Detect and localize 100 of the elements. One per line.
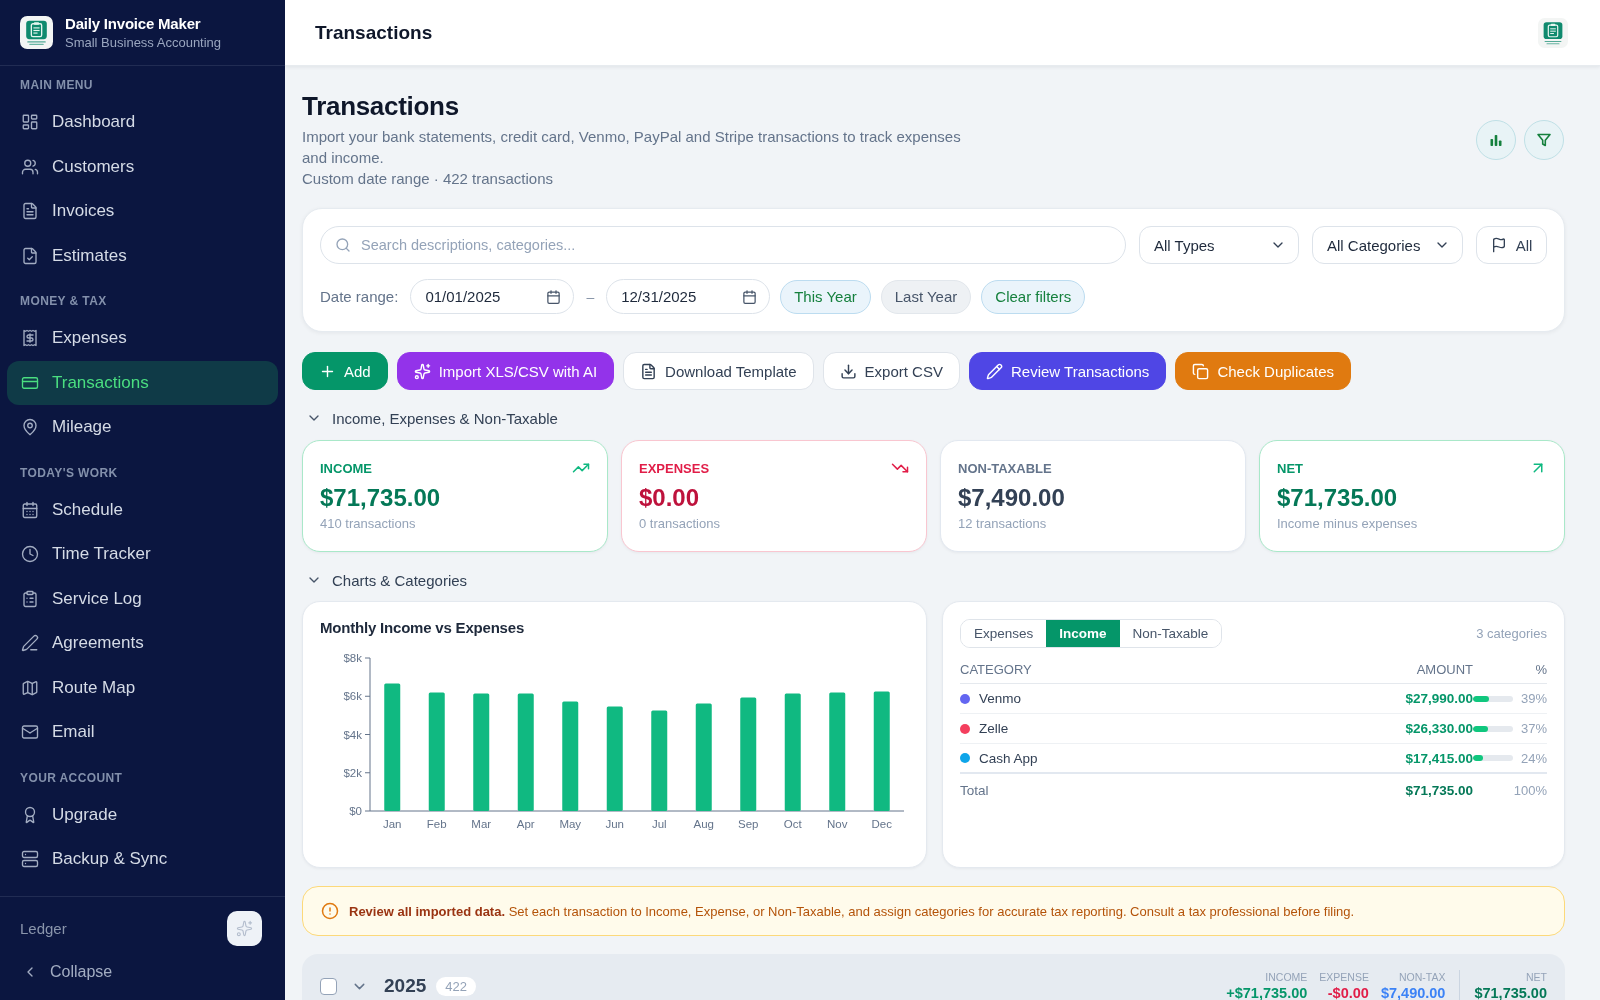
category-tab[interactable]: Income [1046,620,1120,647]
card-amount: $0.00 [639,484,701,512]
flag-icon [1490,237,1507,253]
collapse-button[interactable]: Collapse [20,962,113,982]
sidebar-item[interactable]: Estimates [7,233,278,278]
sidebar-item[interactable]: Upgrade [7,792,278,837]
card-label: INCOME [320,460,372,476]
axis-label: Mar [471,818,492,830]
calendar-icon [742,289,758,304]
sidebar-item[interactable]: Mileage [7,405,278,450]
axis-label: Jul [651,818,667,830]
document-check-icon [21,246,39,265]
category-percent: 39% [1519,691,1547,706]
calendar-icon [21,500,39,519]
sidebar-item[interactable]: Expenses [7,316,278,361]
section-toggle[interactable]: Charts & Categories [302,570,468,590]
dashboard-icon [21,113,39,132]
sidebar-item[interactable]: Customers [7,144,278,189]
map-icon [21,678,39,697]
category-name: Venmo [979,691,1022,706]
sidebar-item[interactable]: Time Tracker [7,532,278,577]
filter-icon [1536,131,1552,148]
action-button[interactable]: Import XLS/CSV with AI [396,352,615,390]
date-field[interactable]: 01/01/2025 [410,279,575,314]
section-toggle[interactable]: Income, Expenses & Non-Taxable [302,408,558,428]
logo-icon [1538,17,1568,48]
document-icon [640,362,658,380]
card-amount: $71,735.00 [1277,484,1399,512]
action-button[interactable]: Add [302,352,388,390]
checkbox[interactable] [320,977,337,995]
clear-filters-button[interactable]: Clear filters [981,279,1086,314]
search-icon [335,237,351,253]
filter-button[interactable] [1524,119,1564,160]
action-button[interactable]: Download Template [623,352,814,390]
date-preset-chip[interactable]: Last Year [880,279,972,314]
total-percent: 100% [1513,783,1547,798]
stat-label: INCOME [1265,970,1308,984]
category-percent: 24% [1519,750,1547,766]
receipt-icon [21,329,39,348]
search-field[interactable]: Search descriptions, categories... [320,226,1126,264]
category-name: Cash App [979,750,1038,766]
card-label: NET [1277,460,1303,476]
sidebar-item[interactable]: Invoices [7,189,278,234]
axis-label: Aug [693,818,714,830]
type-select[interactable]: All Types [1139,226,1299,264]
users-icon [21,157,39,176]
date-range-label: Date range: [320,288,399,305]
stat-label: NET [1526,970,1547,984]
action-button[interactable]: Export CSV [822,352,960,390]
axis-label: Dec [871,818,892,830]
category-name: Zelle [979,721,1009,736]
sidebar-item[interactable]: Agreements [7,621,278,666]
card-note: 0 transactions [639,516,721,531]
category-select[interactable]: All Categories [1312,226,1463,264]
server-icon [21,850,39,869]
sparkles-icon [413,362,431,380]
stat-value: -$0.00 [1327,983,1369,1000]
page-heading: Transactions [302,90,460,122]
axis-label: $0 [349,805,362,817]
sidebar-item[interactable]: Email [7,710,278,755]
axis-label: $8k [343,652,362,664]
sidebar-item[interactable]: Service Log [7,576,278,621]
page-meta: Custom date range · 422 transactions [302,169,554,189]
stat-label: EXPENSE [1319,970,1369,984]
sidebar-item[interactable]: Backup & Sync [7,837,278,882]
app-name: Daily Invoice Maker [65,15,202,32]
total-label: Total [960,783,990,798]
document-icon [21,202,39,221]
axis-label: Sep [738,818,759,830]
calendar-icon [546,289,562,304]
category-amount: $17,415.00 [1404,750,1473,766]
sidebar-item[interactable]: Route Map [7,665,278,710]
date-preset-chip[interactable]: This Year [780,279,871,314]
sidebar-item[interactable]: Transactions [7,360,278,405]
axis-label: $4k [343,728,362,741]
axis-label: May [559,818,582,830]
app-subtitle: Small Business Accounting [65,35,222,50]
stat-label: NON-TAX [1398,970,1446,984]
sidebar-item[interactable]: Dashboard [7,100,278,145]
chart-button[interactable] [1476,119,1516,160]
column-header: AMOUNT [1415,662,1473,677]
copy-icon [1192,362,1210,380]
warning-text: Review all imported data. Set each transaction to Income, Expense, or Non-Taxable, and assign categories for accurate tax reporting. Consult a tax professional before filing. [349,903,1355,919]
sidebar-section-label: YOUR ACCOUNT [19,769,124,787]
date-field[interactable]: 12/31/2025 [606,279,771,314]
card-amount: $71,735.00 [320,484,442,512]
topbar-title: Transactions [315,21,433,44]
sparkle-button[interactable] [227,911,262,946]
clock-icon [21,545,39,564]
action-button[interactable]: Review Transactions [968,352,1167,390]
card-note: Income minus expenses [1277,516,1419,531]
stat-value: +$71,735.00 [1226,983,1308,1000]
card-label: NON-TAXABLE [958,460,1052,476]
mail-icon [21,723,39,742]
sparkles-icon [236,920,253,937]
flag-filter-button[interactable]: All [1476,226,1547,264]
sidebar-item[interactable]: Schedule [7,487,278,532]
axis-label: Oct [783,818,802,830]
date-separator: – [586,288,595,305]
pen-icon [21,634,39,653]
